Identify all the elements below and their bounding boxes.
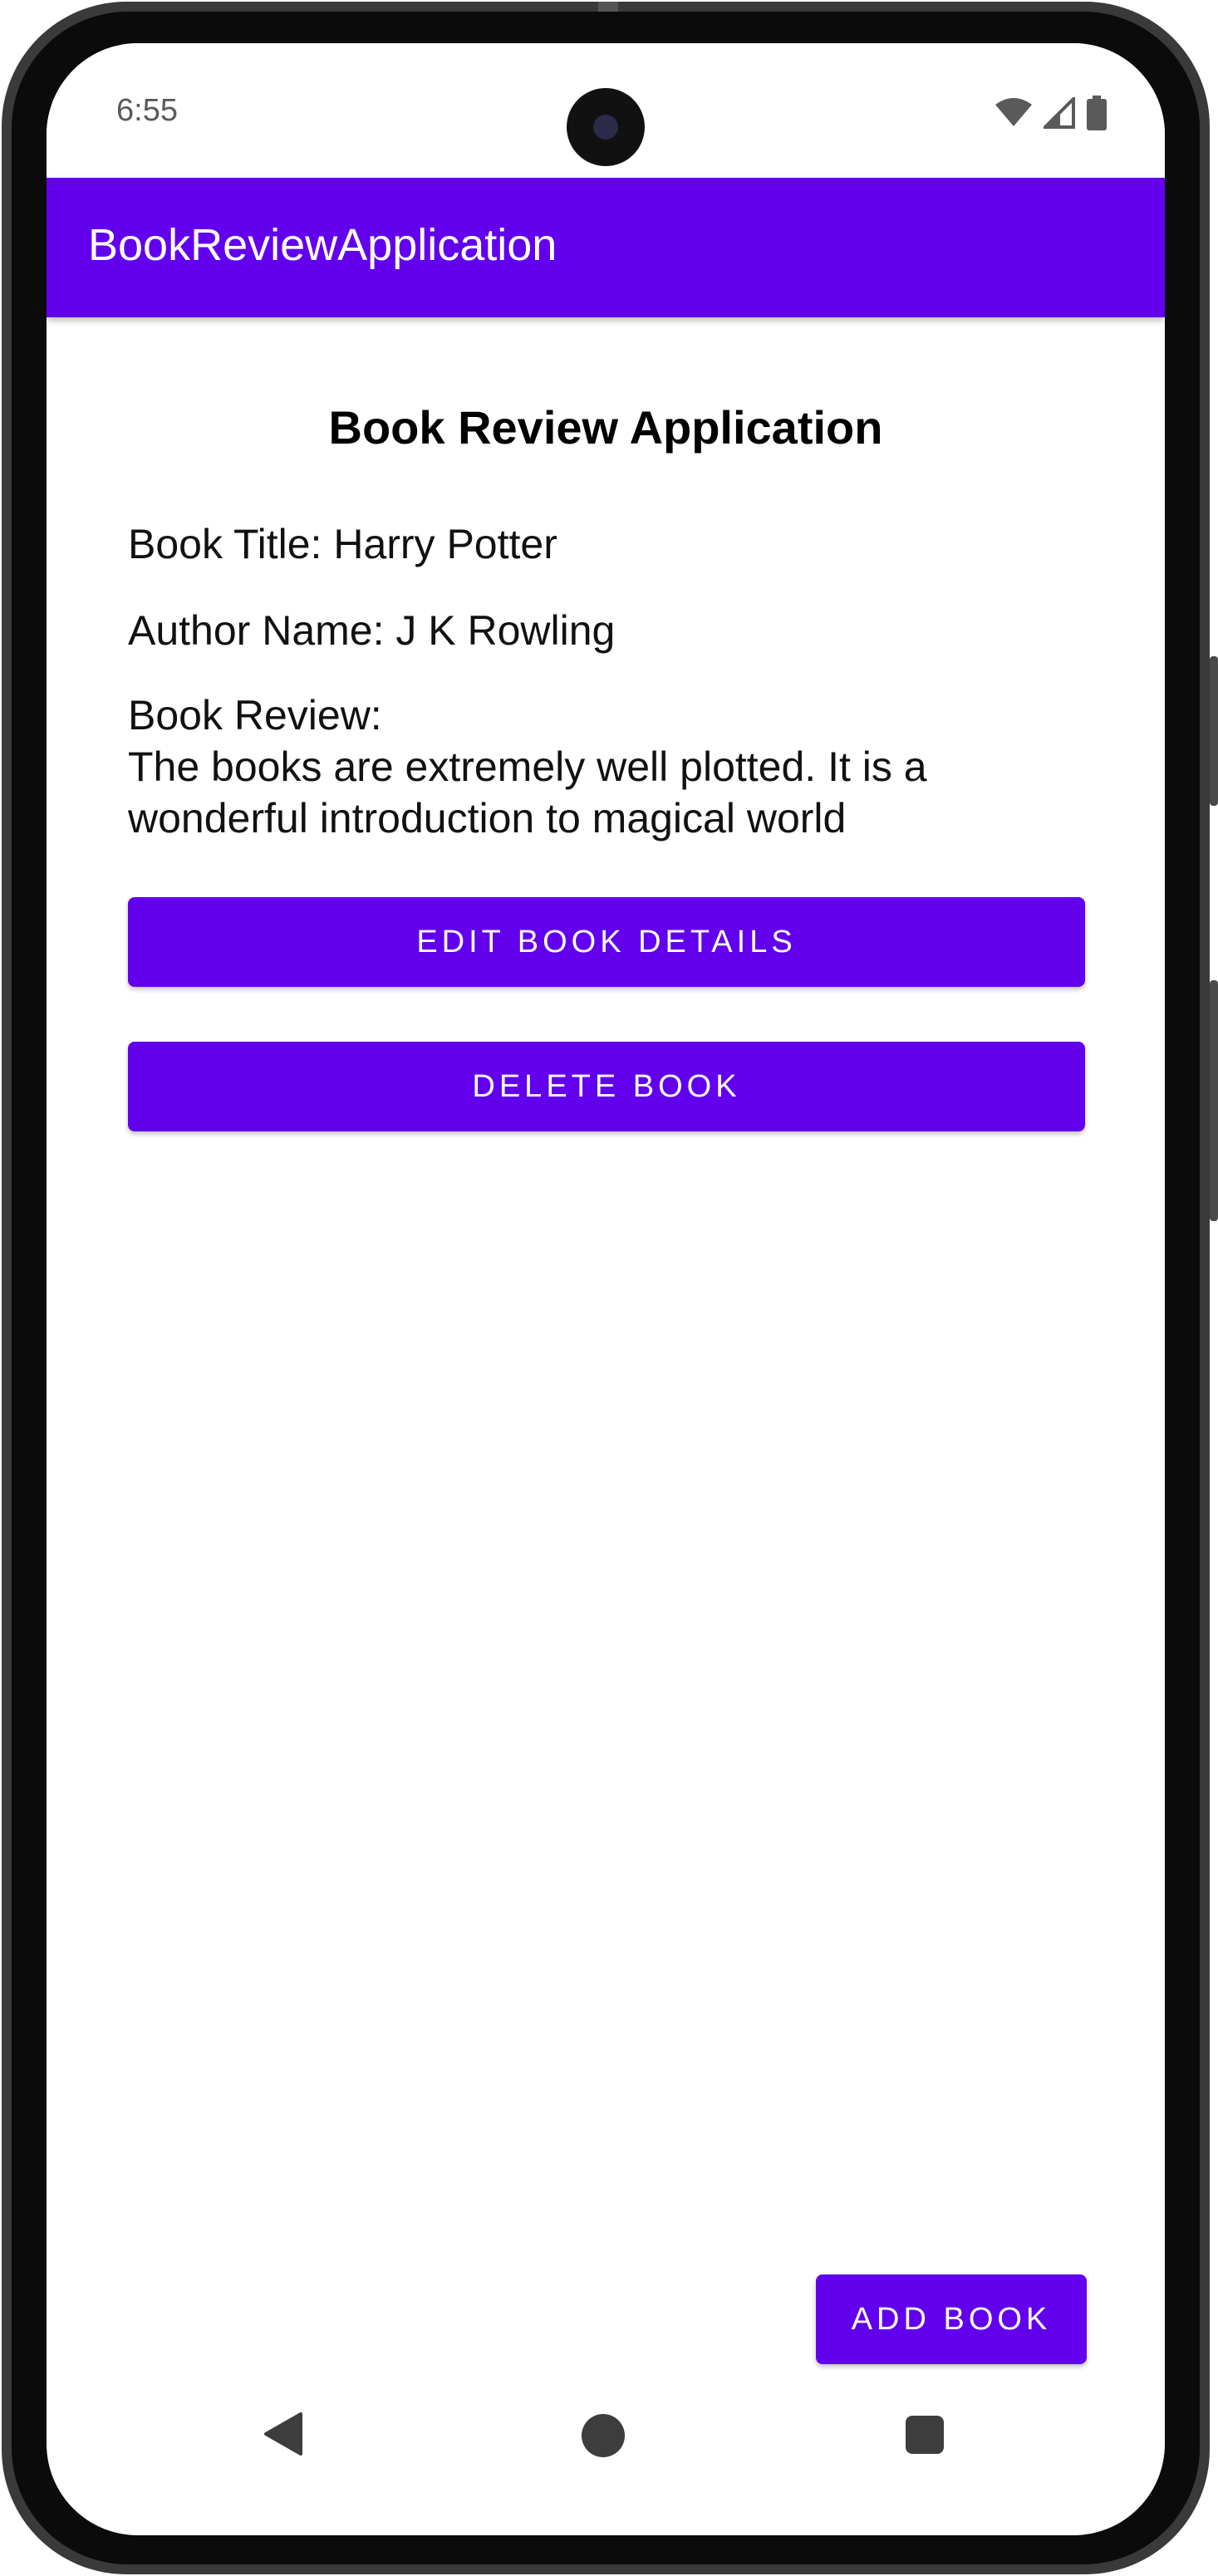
status-bar: 6:55: [47, 43, 1165, 178]
phone-top-seam: [598, 2, 618, 12]
phone-frame: 6:55 BookReviewApplication Book Review A…: [0, 0, 1218, 2576]
book-review-label: Book Review:: [128, 692, 382, 738]
battery-icon: [1087, 96, 1107, 130]
book-title-text: Book Title: Harry Potter: [128, 521, 557, 567]
status-icons: [995, 96, 1107, 130]
status-time: 6:55: [116, 93, 178, 128]
delete-book-button[interactable]: DELETE BOOK: [128, 1042, 1085, 1131]
volume-button: [1210, 656, 1218, 806]
camera-lens: [593, 115, 618, 140]
book-review-text: The books are extremely well plotted. It…: [128, 743, 927, 841]
front-camera: [567, 88, 645, 166]
add-book-button[interactable]: ADD BOOK: [816, 2274, 1087, 2364]
power-button: [1210, 980, 1218, 1221]
cellular-signal-icon: [1044, 97, 1075, 129]
author-name-text: Author Name: J K Rowling: [128, 607, 616, 654]
app-bar: BookReviewApplication: [47, 178, 1165, 317]
back-icon[interactable]: [263, 2411, 302, 2461]
home-icon[interactable]: [582, 2414, 625, 2457]
screen: 6:55 BookReviewApplication Book Review A…: [47, 43, 1165, 2535]
page-title: Book Review Application: [328, 401, 883, 454]
edit-book-details-button[interactable]: EDIT BOOK DETAILS: [128, 897, 1085, 987]
recents-icon[interactable]: [906, 2416, 944, 2454]
wifi-icon: [995, 98, 1032, 128]
navigation-bar: [47, 2411, 1165, 2510]
app-bar-title: BookReviewApplication: [88, 220, 557, 270]
